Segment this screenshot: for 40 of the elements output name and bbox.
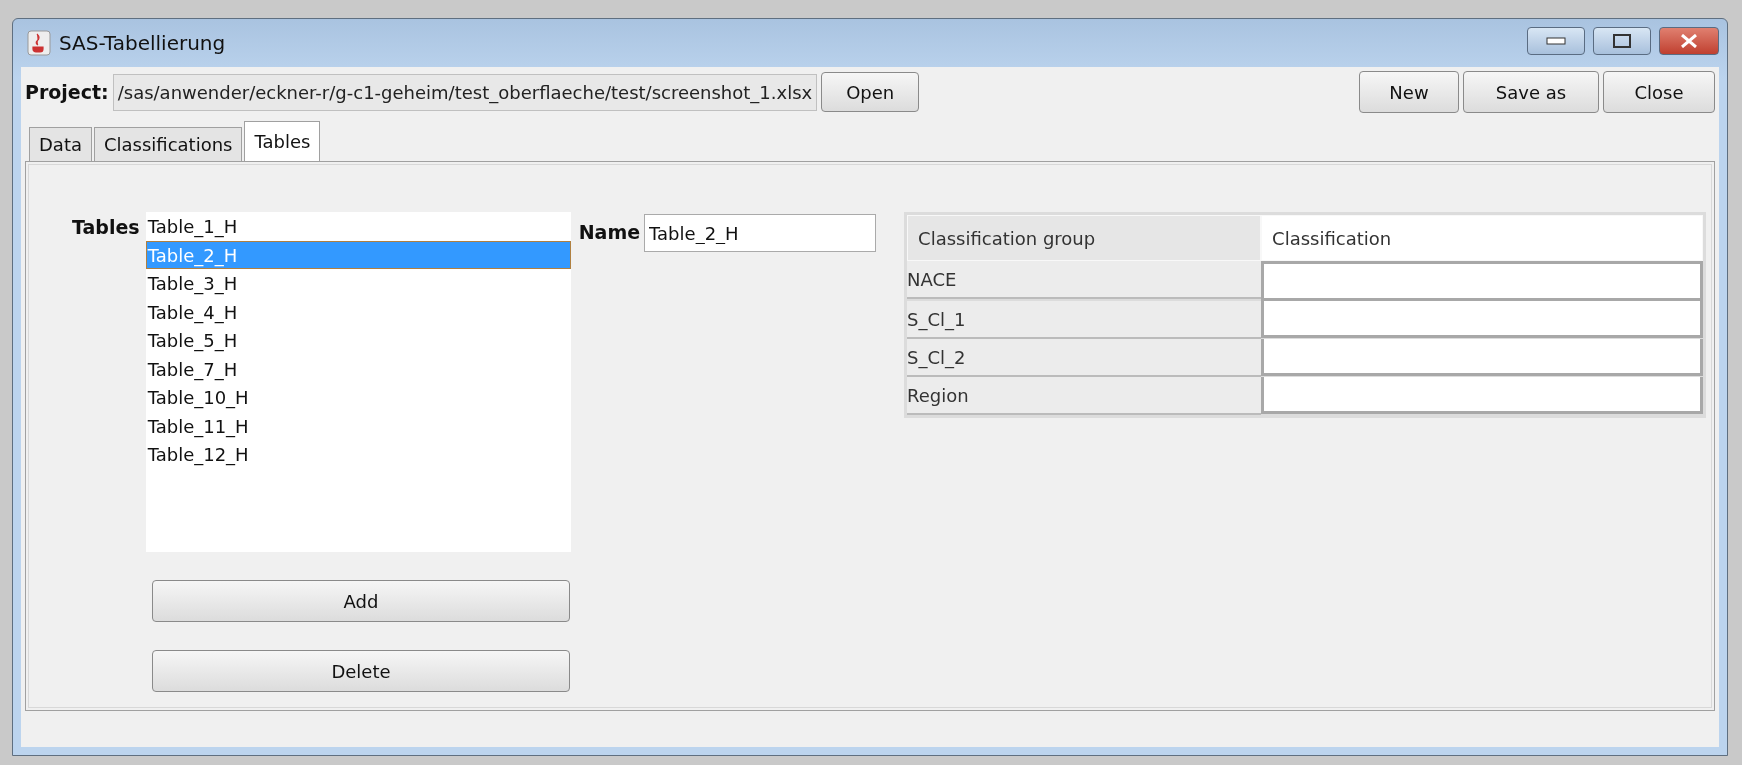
table-input-cell[interactable] — [1261, 301, 1704, 338]
window-title: SAS-Tabellierung — [59, 31, 227, 55]
list-item[interactable]: Table_12_H — [145, 440, 571, 469]
table-cell: NACE — [907, 261, 1262, 299]
table-input-cell[interactable] — [1261, 261, 1704, 301]
list-item[interactable]: Table_7_H — [145, 354, 571, 383]
tables-label: Tables — [72, 216, 140, 238]
table-cell: S_Cl_2 — [907, 339, 1262, 377]
list-item[interactable]: Table_11_H — [145, 411, 571, 440]
maximize-icon — [1613, 34, 1631, 48]
list-item[interactable]: Table_4_H — [145, 297, 571, 326]
tab[interactable]: Data — [29, 127, 92, 161]
toolbar-button[interactable]: New — [1359, 71, 1459, 113]
tab[interactable]: Tables — [244, 121, 321, 161]
name-field[interactable]: Table_2_H — [644, 214, 877, 252]
close-window-button[interactable] — [1659, 27, 1719, 55]
list-item[interactable]: Table_10_H — [145, 383, 571, 412]
list-item[interactable]: Table_5_H — [145, 326, 571, 355]
table-input-cell[interactable] — [1261, 339, 1704, 376]
close-icon — [1680, 34, 1698, 48]
open-button[interactable]: Open — [821, 72, 920, 112]
column-header: Classification — [1261, 215, 1704, 261]
tab[interactable]: Classifications — [94, 127, 243, 161]
column-header: Classification group — [907, 215, 1262, 261]
toolbar-button[interactable]: Save as — [1463, 71, 1599, 113]
minimize-icon — [1546, 37, 1566, 45]
table-cell: S_Cl_1 — [907, 301, 1262, 339]
table-input-cell[interactable] — [1261, 377, 1704, 414]
project-label: Project: — [25, 81, 109, 103]
list-action-button[interactable]: Add — [152, 580, 570, 622]
maximize-button[interactable] — [1593, 27, 1651, 55]
table-cell: Region — [907, 377, 1262, 415]
toolbar-button[interactable]: Close — [1603, 71, 1715, 113]
name-label: Name — [578, 221, 641, 243]
project-path-field[interactable]: /sas/anwender/eckner-r/g-c1-geheim/test_oberflaeche/test/screenshot_1.xlsx — [112, 73, 818, 111]
list-action-button[interactable]: Delete — [152, 650, 570, 692]
coffee-cup-icon — [27, 30, 51, 56]
minimize-button[interactable] — [1527, 27, 1585, 55]
list-item[interactable]: Table_1_H — [145, 212, 571, 241]
list-item[interactable]: Table_3_H — [145, 269, 571, 298]
